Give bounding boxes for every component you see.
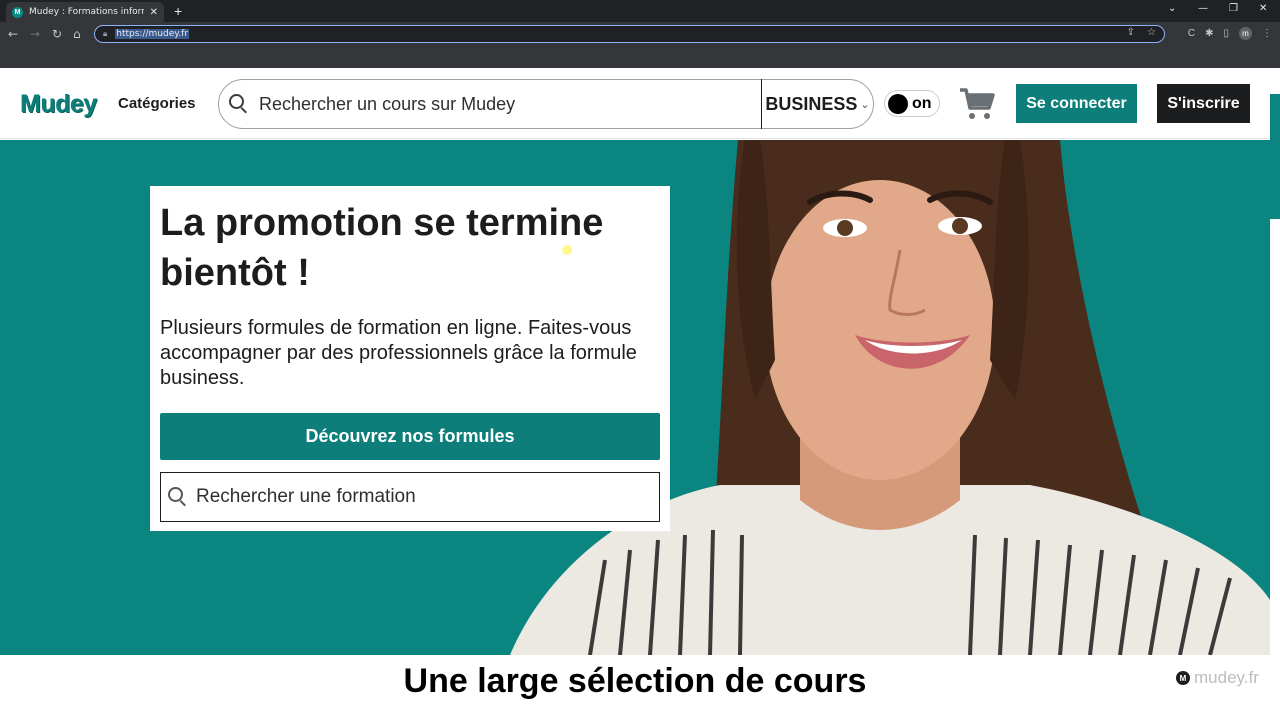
watermark-logo-icon: M (1176, 671, 1190, 685)
categories-menu[interactable]: Catégories (118, 95, 196, 112)
mudey-logo[interactable]: Mudey (20, 90, 97, 119)
new-tab-icon[interactable]: + (174, 2, 182, 20)
side-panel-icon[interactable]: ▯ (1223, 28, 1229, 39)
promo-card: La promotion se termine bientôt ! Plusie… (150, 186, 670, 531)
login-button[interactable]: Se connecter (1016, 84, 1137, 123)
site-header: Mudey Catégories Rechercher un cours sur… (0, 68, 1280, 139)
hero-edge (1270, 94, 1280, 219)
bookmark-star-icon[interactable]: ☆ (1147, 27, 1156, 38)
watermark: M mudey.fr (1176, 668, 1259, 688)
browser-tabstrip: M Mudey : Formations informatiqu ✕ + ⌄ —… (0, 0, 1280, 22)
discover-plans-button[interactable]: Découvrez nos formules (160, 413, 660, 460)
search-icon (229, 94, 249, 114)
url-text[interactable]: https://mudey.fr (115, 29, 190, 39)
share-icon[interactable]: ⇪ (1127, 27, 1135, 38)
video-caption: Une large sélection de cours (403, 662, 867, 700)
toggle-label: on (912, 94, 932, 112)
close-window-icon[interactable]: ✕ (1259, 3, 1267, 14)
toggle-knob (888, 93, 908, 114)
business-select-label: BUSINESS (765, 93, 858, 114)
lock-icon[interactable]: 🔒︎ (103, 29, 107, 39)
minimize-icon[interactable]: — (1198, 3, 1208, 14)
promo-title: La promotion se termine bientôt ! (160, 202, 604, 294)
business-toggle[interactable]: on (884, 90, 940, 117)
signup-button[interactable]: S'inscrire (1157, 84, 1250, 123)
training-search-bar[interactable]: Rechercher une formation (160, 472, 660, 522)
extension-c-icon[interactable]: C (1188, 28, 1195, 39)
browser-toolbar: ← → ↻ ⌂ 🔒︎ https://mudey.fr ⇪ ☆ (0, 22, 1280, 46)
browser-menu-icon[interactable]: ⋮ (1262, 28, 1272, 39)
extension-icons: C ✱ ▯ m ⋮ (1188, 27, 1272, 40)
training-search-input[interactable]: Rechercher une formation (196, 486, 416, 508)
tab-title: Mudey : Formations informatiqu (29, 7, 144, 17)
chevron-down-icon: ⌄ (860, 98, 870, 111)
address-bar[interactable]: 🔒︎ https://mudey.fr ⇪ ☆ (94, 25, 1165, 43)
home-icon[interactable]: ⌂ (73, 26, 81, 42)
search-icon (168, 487, 188, 507)
extensions-puzzle-icon[interactable]: ✱ (1205, 28, 1213, 39)
course-search-bar[interactable]: Rechercher un cours sur Mudey BUSINESS ⌄ (218, 79, 874, 129)
watermark-text: mudey.fr (1194, 668, 1259, 687)
profile-avatar[interactable]: m (1239, 27, 1252, 40)
browser-tab[interactable]: M Mudey : Formations informatiqu ✕ (6, 2, 164, 22)
promo-description: Plusieurs formules de formation en ligne… (160, 317, 637, 389)
restore-icon[interactable]: ❐ (1229, 3, 1238, 14)
back-icon[interactable]: ← (8, 26, 18, 42)
tab-close-icon[interactable]: ✕ (150, 7, 158, 18)
browser-bookmarks-bar (0, 46, 1280, 68)
reload-icon[interactable]: ↻ (52, 26, 62, 42)
cart-icon[interactable] (958, 86, 996, 122)
tab-search-icon[interactable]: ⌄ (1168, 3, 1176, 14)
forward-icon[interactable]: → (30, 26, 40, 42)
mudey-favicon-icon: M (12, 6, 23, 18)
business-select[interactable]: BUSINESS ⌄ (761, 79, 873, 129)
course-search-input[interactable]: Rechercher un cours sur Mudey (259, 94, 761, 115)
mouse-cursor-highlight (562, 245, 572, 255)
